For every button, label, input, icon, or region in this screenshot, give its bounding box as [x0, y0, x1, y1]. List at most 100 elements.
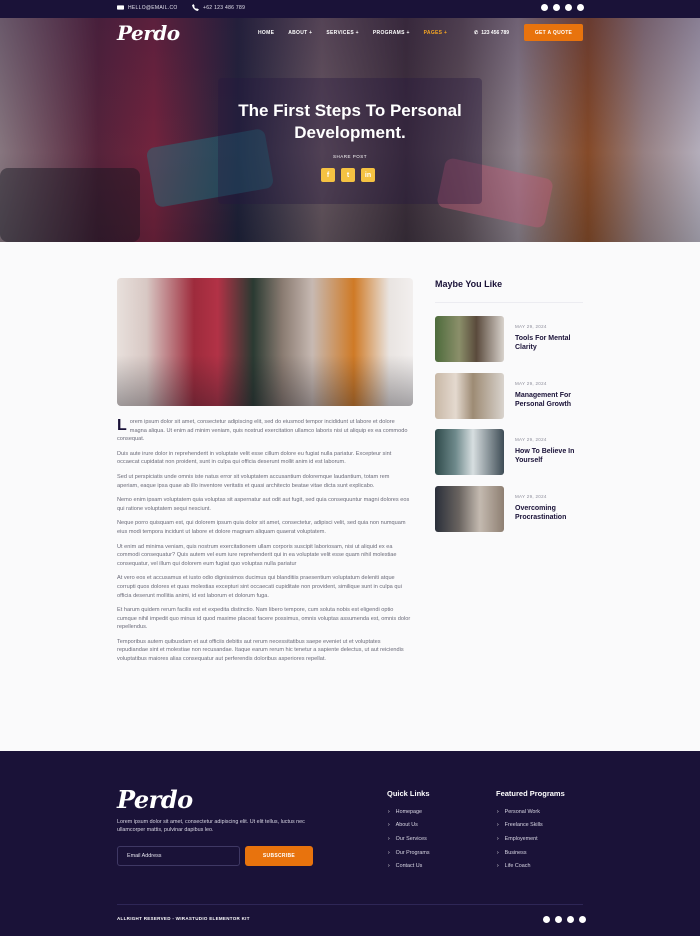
featured-programs-list: › Personal Work › Freelance Skills › Employ… — [497, 805, 543, 873]
hero-banner: Perdo HOME ABOUT + SERVICES + PROGRAMS +… — [0, 18, 700, 242]
footer-link[interactable]: › Life Coach — [497, 859, 543, 873]
post-title[interactable]: Tools For Mental Clarity — [515, 334, 583, 352]
chevron-right-icon: › — [497, 835, 499, 842]
chevron-right-icon: › — [497, 849, 499, 856]
related-post-card[interactable]: MAY 29, 2024 Tools For Mental Clarity — [435, 316, 583, 362]
site-footer: Perdo Lorem ipsum dolor sit amet, consec… — [0, 751, 700, 936]
article-paragraph: Neque porro quisquam est, qui dolorem ip… — [117, 520, 406, 535]
footer-link[interactable]: › Our Programs — [388, 846, 430, 860]
facebook-icon: f — [326, 171, 330, 179]
nav-item-about[interactable]: ABOUT + — [288, 30, 312, 36]
twitter-icon: t — [346, 171, 350, 179]
footer-link-label: Employement — [504, 835, 538, 842]
post-title[interactable]: Overcoming Procrastination — [515, 504, 583, 522]
youtube-icon[interactable] — [567, 916, 574, 923]
site-logo[interactable]: Perdo — [117, 21, 180, 45]
footer-link[interactable]: › Freelance Skills — [497, 819, 543, 833]
footer-link[interactable]: › Business — [497, 846, 543, 860]
article-first-text: orem ipsum dolor sit amet, consectetur a… — [117, 419, 408, 443]
post-title[interactable]: Management For Personal Growth — [515, 391, 583, 409]
footer-description: Lorem ipsum dolor sit amet, consectetur … — [117, 819, 305, 834]
post-thumbnail[interactable] — [435, 486, 504, 532]
article-paragraph: Duis aute irure dolor in reprehenderit i… — [117, 450, 392, 466]
pinterest-icon[interactable] — [579, 916, 586, 923]
footer-link[interactable]: › About Us — [388, 819, 430, 833]
featured-programs-title: Featured Programs — [496, 789, 565, 798]
chevron-right-icon: › — [497, 808, 499, 815]
chevron-right-icon: › — [388, 808, 390, 815]
footer-link-label: Contact Us — [395, 863, 423, 870]
share-label: SHARE POST — [332, 154, 367, 159]
post-thumbnail[interactable] — [435, 316, 504, 362]
youtube-icon[interactable] — [565, 4, 572, 11]
facebook-icon[interactable] — [541, 4, 548, 11]
chevron-right-icon: › — [388, 849, 390, 856]
footer-divider — [117, 904, 583, 905]
sidebar-divider — [435, 302, 583, 303]
footer-logo[interactable]: Perdo — [117, 785, 193, 814]
topbar-phone-text: +62 123 486 789 — [203, 4, 246, 11]
related-post-card[interactable]: MAY 29, 2024 Management For Personal Gro… — [435, 373, 583, 419]
article-paragraph: Nemo enim ipsam voluptatem quia voluptas… — [117, 497, 410, 512]
topbar-phone[interactable]: +62 123 486 789 — [192, 4, 245, 11]
footer-link-label: Our Programs — [395, 849, 430, 856]
article-paragraph: Lorem ipsum dolor sit amet, consectetur … — [117, 418, 411, 444]
footer-link[interactable]: › Employement — [497, 832, 543, 846]
footer-link-label: Personal Work — [504, 808, 540, 815]
footer-link-label: Our Services — [395, 835, 427, 842]
subscribe-button[interactable]: SUBSCRIBE — [245, 846, 313, 866]
facebook-icon[interactable] — [543, 916, 550, 923]
pinterest-icon[interactable] — [577, 4, 584, 11]
nav-item-home[interactable]: HOME — [258, 30, 274, 36]
nav-item-services[interactable]: SERVICES + — [326, 30, 359, 36]
related-post-card[interactable]: MAY 29, 2024 How To Believe In Yourself — [435, 429, 583, 475]
twitter-icon[interactable] — [555, 916, 562, 923]
footer-link-label: Homepage — [395, 808, 423, 815]
mail-icon — [117, 5, 124, 10]
post-date: MAY 29, 2024 — [515, 494, 547, 499]
article-body: Lorem ipsum dolor sit amet, consectetur … — [117, 418, 411, 670]
article-paragraph: Temporibus autem quibusdam et aut offici… — [117, 638, 404, 663]
chevron-right-icon: › — [388, 863, 390, 870]
share-facebook-button[interactable]: f — [321, 168, 335, 182]
email-field[interactable] — [117, 846, 240, 866]
nav-phone-text: 123 456 789 — [481, 30, 510, 36]
article-paragraph: At vero eos et accusamus et iusto odio d… — [117, 575, 402, 599]
article-image — [117, 278, 413, 406]
copyright-text: ALLRIGHT RESERVED - WIRASTUDIO ELEMENTOR… — [117, 916, 250, 921]
footer-logo-text: Perdo — [117, 785, 193, 814]
footer-link[interactable]: › Our Services — [388, 832, 430, 846]
twitter-icon[interactable] — [553, 4, 560, 11]
post-title[interactable]: How To Believe In Yourself — [515, 447, 583, 465]
post-date: MAY 29, 2024 — [515, 381, 547, 386]
share-twitter-button[interactable]: t — [341, 168, 355, 182]
footer-link[interactable]: › Homepage — [388, 805, 430, 819]
share-linkedin-button[interactable]: in — [361, 168, 375, 182]
topbar-email[interactable]: HELLO@EMAIL.CO — [117, 4, 178, 11]
post-thumbnail[interactable] — [435, 429, 504, 475]
article-paragraph: Et harum quidem rerum facilis est et exp… — [117, 607, 411, 631]
footer-link[interactable]: › Personal Work — [497, 805, 543, 819]
footer-social — [543, 916, 586, 923]
footer-link-label: Life Coach — [504, 863, 531, 870]
chevron-right-icon: › — [497, 822, 499, 829]
post-date: MAY 29, 2024 — [515, 324, 547, 329]
get-quote-button[interactable]: GET A QUOTE — [524, 24, 583, 41]
logo-text: Perdo — [117, 21, 180, 45]
sidebar-title: Maybe You Like — [435, 279, 503, 289]
nav-item-programs[interactable]: PROGRAMS + — [373, 30, 410, 36]
post-date: MAY 29, 2024 — [515, 437, 547, 442]
nav-item-pages[interactable]: PAGES + — [424, 30, 448, 36]
quick-links-title: Quick Links — [387, 789, 430, 798]
nav-phone[interactable]: ✆ 123 456 789 — [474, 30, 509, 36]
phone-icon — [192, 4, 199, 11]
main-nav: HOME ABOUT + SERVICES + PROGRAMS + PAGES… — [258, 30, 447, 36]
related-post-card[interactable]: MAY 29, 2024 Overcoming Procrastination — [435, 486, 583, 532]
article-paragraph: Ut enim ad minima veniam, quis nostrum e… — [117, 543, 397, 567]
top-bar: HELLO@EMAIL.CO +62 123 486 789 — [0, 0, 700, 18]
footer-link[interactable]: › Contact Us — [388, 859, 430, 873]
hero-shadow-shape — [0, 168, 140, 242]
footer-link-label: Freelance Skills — [504, 822, 543, 829]
footer-link-label: About Us — [395, 822, 418, 829]
post-thumbnail[interactable] — [435, 373, 504, 419]
